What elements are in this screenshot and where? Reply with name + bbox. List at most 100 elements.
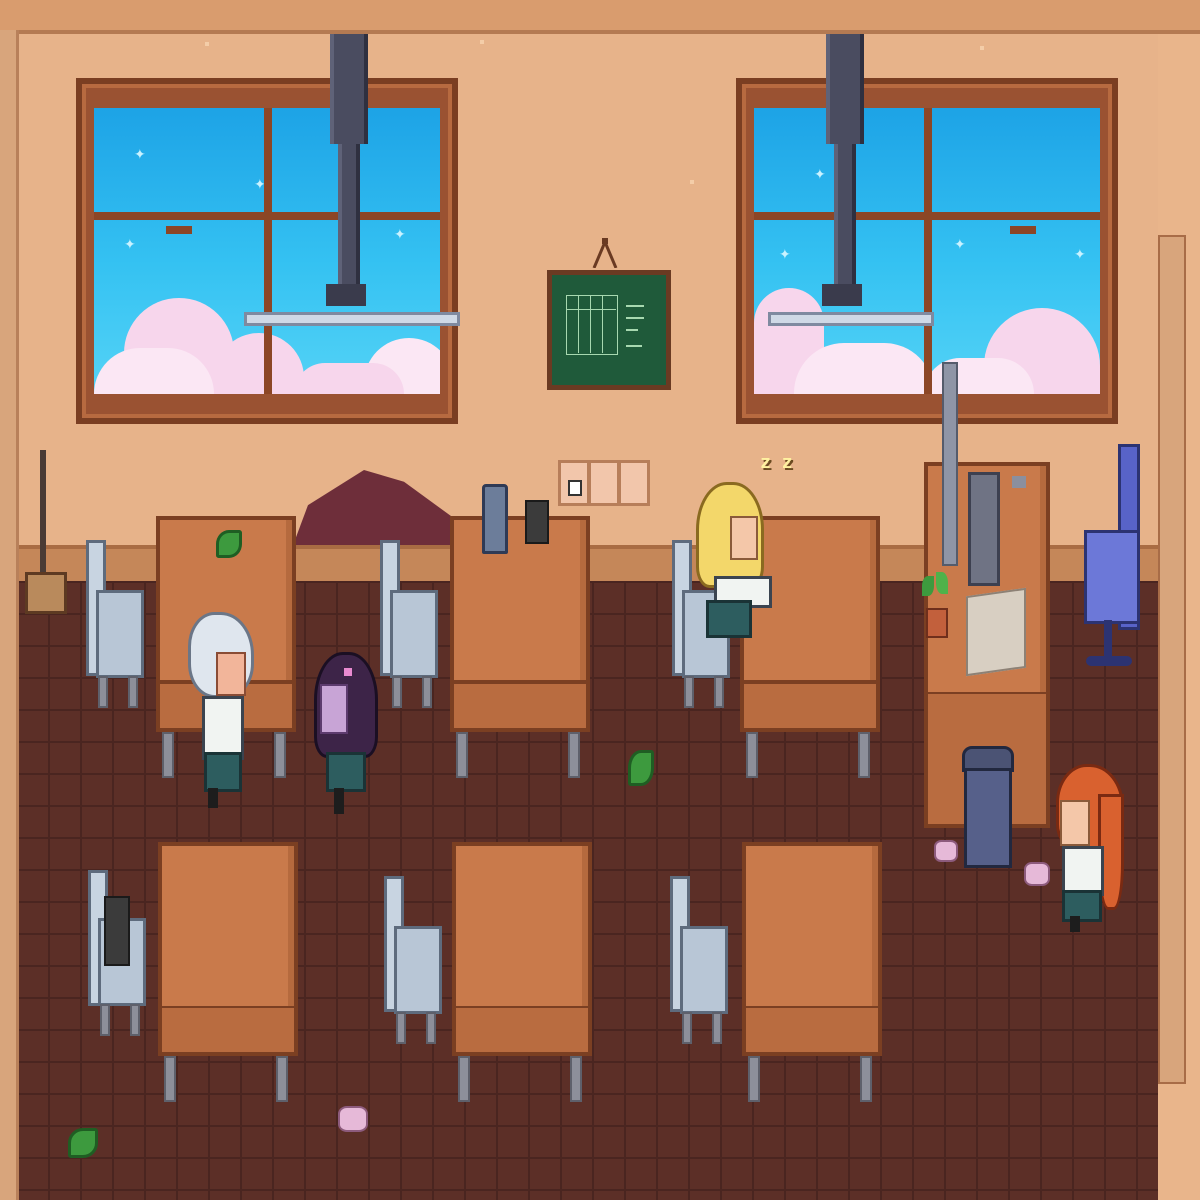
wall-speck <box>205 42 209 46</box>
schedule-line <box>590 295 591 353</box>
student-leg <box>334 788 344 814</box>
hair-clip-icon <box>344 668 352 676</box>
chair-leg <box>426 1012 436 1044</box>
student-leg <box>1070 916 1080 932</box>
desk-leg <box>274 732 286 778</box>
desk-leg <box>276 1056 288 1102</box>
student-shirt <box>202 696 244 760</box>
star-icon: ✦ <box>779 247 791 263</box>
plant-leaf <box>936 572 948 594</box>
desk-front <box>450 684 590 732</box>
chair[interactable] <box>390 590 438 678</box>
wall-speck <box>690 180 694 184</box>
desk-front <box>742 1008 882 1056</box>
lamp-mount <box>326 284 366 306</box>
desk-front <box>452 1008 592 1056</box>
desk[interactable] <box>158 842 298 1010</box>
student-skirt <box>1062 890 1102 922</box>
right-window: ✦ ✦ ✦ ✦ <box>736 78 1118 424</box>
chair-leg <box>130 1004 140 1036</box>
desk-front <box>158 1008 298 1056</box>
plant-leaf <box>922 576 934 596</box>
chair-leg <box>98 676 108 708</box>
chalk-mark <box>626 329 638 331</box>
wall-speck <box>480 40 484 44</box>
chair[interactable] <box>394 926 442 1014</box>
window-transom <box>94 212 440 220</box>
student-uniform <box>326 752 366 792</box>
chair[interactable] <box>680 926 728 1014</box>
class-schedule-board-icon[interactable] <box>547 270 671 390</box>
leaf-icon[interactable] <box>628 750 654 786</box>
desk-leg <box>860 1056 872 1102</box>
office-chair-stem <box>1104 620 1112 660</box>
window-latch <box>166 226 192 234</box>
student-leg <box>208 788 218 808</box>
chair-leg <box>396 1012 406 1044</box>
chair-leg <box>128 676 138 708</box>
right-wall-pillar <box>1158 235 1186 1084</box>
crumpled-paper-icon[interactable] <box>1024 862 1050 886</box>
desk-leg <box>748 1056 760 1102</box>
orange-haired-student[interactable] <box>1056 764 1126 934</box>
desk-leg <box>570 1056 582 1102</box>
leaf-icon[interactable] <box>216 530 242 558</box>
ceiling-lamp <box>244 312 460 326</box>
desk-leg <box>162 732 174 778</box>
star-icon: ✦ <box>1074 247 1086 263</box>
chair-leg <box>422 676 432 708</box>
schedule-line <box>578 295 579 353</box>
computer-tower-icon[interactable] <box>968 472 1000 586</box>
chair-leg <box>100 1004 110 1036</box>
chair-leg <box>712 1012 722 1044</box>
wall-speck <box>980 46 984 50</box>
office-chair-icon[interactable] <box>1084 530 1140 624</box>
plant-pot <box>926 608 948 638</box>
schedule-line <box>602 295 603 353</box>
student-face <box>730 516 758 560</box>
star-icon: ✦ <box>394 227 406 243</box>
desk-lamp-pole <box>942 362 958 566</box>
leaf-icon[interactable] <box>68 1128 98 1158</box>
mouse-icon[interactable] <box>1012 476 1026 488</box>
student-face <box>1060 800 1090 846</box>
schedule-line <box>566 309 616 310</box>
desk[interactable] <box>452 842 592 1010</box>
chair[interactable] <box>96 590 144 678</box>
student-uniform <box>706 600 752 638</box>
window-mullion <box>264 108 272 394</box>
purple-haired-student[interactable] <box>314 652 378 818</box>
crumpled-paper-icon[interactable] <box>338 1106 368 1132</box>
star-icon: ✦ <box>954 237 966 253</box>
left-wall-pillar <box>0 30 19 1200</box>
window-latch <box>1010 226 1036 234</box>
desk-leg <box>568 732 580 778</box>
chair-leg <box>714 676 724 708</box>
potted-plant-icon[interactable] <box>918 572 954 606</box>
ceiling-vent-pipe <box>826 34 864 144</box>
power-outlet-icon[interactable] <box>588 460 620 506</box>
star-icon: ✦ <box>814 167 826 183</box>
chalk-mark <box>626 345 642 347</box>
blonde-student-sleeping[interactable] <box>696 482 772 642</box>
window-mullion <box>924 108 932 394</box>
trash-can-icon[interactable] <box>964 768 1012 868</box>
star-icon: ✦ <box>124 237 136 253</box>
paper-stack-icon[interactable] <box>966 587 1026 677</box>
white-haired-student[interactable] <box>186 612 254 812</box>
broom-icon[interactable] <box>25 572 67 614</box>
crumpled-paper-icon[interactable] <box>934 840 958 862</box>
classroom-scene: ✦ ✦ ✦ ✦ ✦ ✦ ✦ ✦ z z <box>0 0 1200 1200</box>
cloud <box>294 363 404 394</box>
desk-leg <box>858 732 870 778</box>
bag-icon[interactable] <box>104 896 130 966</box>
left-window: ✦ ✦ ✦ ✦ <box>76 78 458 424</box>
ceiling-trim <box>0 0 1200 34</box>
cloud <box>794 343 934 394</box>
plug-adapter-icon[interactable] <box>525 500 549 544</box>
desk[interactable] <box>450 516 590 684</box>
power-outlet-icon[interactable] <box>618 460 650 506</box>
water-bottle-icon[interactable] <box>482 484 508 554</box>
desk-leg <box>458 1056 470 1102</box>
desk[interactable] <box>742 842 882 1010</box>
